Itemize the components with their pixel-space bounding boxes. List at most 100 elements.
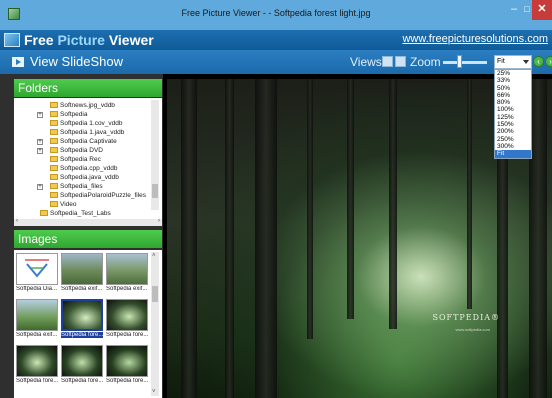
folder-item[interactable]: Softpedia.cpp_vddb bbox=[50, 165, 117, 173]
folder-item[interactable]: Softnews.jpg_vddb bbox=[50, 102, 115, 110]
thumbnail-label: Softpedia fore... bbox=[61, 378, 103, 384]
folder-tree-hscrollbar[interactable]: ‹ › bbox=[14, 218, 162, 226]
image-thumbnail[interactable]: Softpedia fore... bbox=[106, 299, 148, 338]
folder-label: Softpedia Captivate bbox=[60, 138, 117, 145]
folder-tree-scrollbar[interactable] bbox=[151, 100, 159, 210]
view-slideshow-button[interactable]: View SlideShow bbox=[30, 54, 123, 69]
zoom-option[interactable]: 25% bbox=[495, 70, 531, 77]
folder-label: Softpedia 1.java_vddb bbox=[60, 129, 125, 136]
zoom-option[interactable]: 300% bbox=[495, 143, 531, 150]
thumbnail-label: Softpedia exif... bbox=[16, 332, 58, 338]
folder-label: Softnews.jpg_vddb bbox=[60, 102, 115, 109]
views-label: Views bbox=[350, 55, 382, 69]
softpedia-watermark: SOFTPEDIA® bbox=[432, 313, 500, 322]
scroll-thumb[interactable] bbox=[152, 286, 158, 302]
expand-icon[interactable]: + bbox=[37, 139, 43, 145]
folder-tree: Softnews.jpg_vddb + Softpedia Softpedia 1.c… bbox=[14, 98, 162, 226]
zoom-option[interactable]: 150% bbox=[495, 121, 531, 128]
grid-view-icon[interactable] bbox=[382, 56, 393, 67]
folder-item[interactable]: Video bbox=[50, 201, 77, 209]
previous-image-button[interactable]: ‹ bbox=[533, 56, 544, 67]
expand-icon[interactable]: + bbox=[37, 184, 43, 190]
folder-label: Video bbox=[60, 201, 77, 208]
folder-icon bbox=[50, 183, 58, 190]
toolbar: View SlideShow Views Zoom Fit ‹ › bbox=[0, 50, 552, 74]
image-thumbnail[interactable]: Softpedia Dia... bbox=[16, 253, 58, 292]
folder-icon bbox=[50, 201, 58, 208]
scroll-right-icon[interactable]: › bbox=[158, 218, 160, 224]
zoom-dropdown-list: 25% 33% 50% 66% 80% 100% 125% 150% 200% 250% 300% F… bbox=[494, 69, 532, 159]
website-link[interactable]: www.freepicturesolutions.com bbox=[402, 33, 548, 45]
tree-trunk bbox=[347, 79, 354, 319]
zoom-option[interactable]: 125% bbox=[495, 114, 531, 121]
expand-icon[interactable]: + bbox=[37, 148, 43, 154]
folder-item[interactable]: Softpedia 1.java_vddb bbox=[50, 129, 124, 137]
thumbnail-image bbox=[61, 299, 103, 331]
image-thumbnail[interactable]: Softpedia fore... bbox=[61, 345, 103, 384]
title-bar: Free Picture Viewer - - Softpedia forest… bbox=[0, 0, 552, 30]
thumbnail-image bbox=[16, 253, 58, 285]
logo-icon bbox=[4, 33, 20, 47]
thumbnail-image bbox=[16, 299, 58, 331]
folder-item[interactable]: + Softpedia Captivate bbox=[37, 138, 117, 146]
image-thumbnail[interactable]: Softpedia exif... bbox=[61, 253, 103, 292]
folder-icon bbox=[50, 129, 58, 136]
folder-item[interactable]: + Softpedia_files bbox=[37, 183, 103, 191]
app-logo: Free Picture Viewer bbox=[24, 32, 154, 48]
zoom-option[interactable]: 250% bbox=[495, 136, 531, 143]
zoom-option[interactable]: 200% bbox=[495, 128, 531, 135]
zoom-slider-track[interactable] bbox=[443, 61, 487, 64]
image-thumbnail[interactable]: Softpedia fore... bbox=[61, 299, 103, 338]
list-view-icon[interactable] bbox=[395, 56, 406, 67]
scroll-up-icon[interactable]: ˄ bbox=[152, 253, 156, 259]
diagram-thumb-icon bbox=[25, 259, 49, 278]
image-thumbnail[interactable]: Softpedia exif... bbox=[106, 253, 148, 292]
zoom-option[interactable]: 100% bbox=[495, 106, 531, 113]
folder-label: Softpedia Rec bbox=[60, 156, 101, 163]
thumbnail-label: Softpedia exif... bbox=[106, 286, 148, 292]
thumbnail-image bbox=[61, 345, 103, 377]
zoom-slider-handle[interactable] bbox=[457, 55, 462, 68]
folder-label: Softpedia_Test_Labs bbox=[50, 210, 111, 217]
images-header: Images bbox=[14, 230, 162, 248]
close-button[interactable]: ✕ bbox=[532, 0, 552, 20]
scroll-thumb[interactable] bbox=[152, 184, 158, 198]
folder-item[interactable]: SoftpediaPolaroidPuzzle_files bbox=[50, 192, 146, 200]
tree-trunk bbox=[389, 79, 397, 329]
next-image-button[interactable]: › bbox=[545, 56, 552, 67]
folder-label: Softpedia.java_vddb bbox=[60, 174, 119, 181]
folder-label: Softpedia bbox=[60, 111, 88, 118]
folder-label: Softpedia 1.cov_vddb bbox=[60, 120, 123, 127]
zoom-option[interactable]: Fit bbox=[495, 150, 531, 158]
tree-trunk bbox=[467, 79, 472, 309]
image-thumbnail[interactable]: Softpedia exif... bbox=[16, 299, 58, 338]
folder-label: Softpedia.cpp_vddb bbox=[60, 165, 118, 172]
folder-icon bbox=[50, 138, 58, 145]
folder-label: Softpedia_files bbox=[60, 183, 103, 190]
zoom-option[interactable]: 50% bbox=[495, 85, 531, 92]
image-thumbnail[interactable]: Softpedia fore... bbox=[16, 345, 58, 384]
slideshow-icon[interactable] bbox=[12, 57, 24, 67]
minimize-button[interactable]: – bbox=[504, 0, 524, 20]
folder-item[interactable]: Softpedia.java_vddb bbox=[50, 174, 119, 182]
folder-item[interactable]: Softpedia Rec bbox=[50, 156, 101, 164]
folder-item[interactable]: + Softpedia DVD bbox=[37, 147, 103, 155]
zoom-select[interactable]: Fit bbox=[494, 55, 532, 69]
scroll-left-icon[interactable]: ‹ bbox=[16, 218, 18, 224]
thumbnail-image bbox=[106, 299, 148, 331]
image-grid-scrollbar[interactable]: ˄ ˅ bbox=[151, 252, 159, 396]
maximize-button[interactable]: □ bbox=[522, 0, 532, 20]
folder-item[interactable]: Softpedia 1.cov_vddb bbox=[50, 120, 123, 128]
image-thumbnail-grid: Softpedia Dia... Softpedia exif... Softped… bbox=[14, 250, 162, 398]
zoom-option[interactable]: 80% bbox=[495, 99, 531, 106]
scroll-down-icon[interactable]: ˅ bbox=[152, 389, 156, 395]
thumbnail-image bbox=[61, 253, 103, 285]
zoom-option[interactable]: 66% bbox=[495, 92, 531, 99]
folder-item[interactable]: Softpedia_Test_Labs bbox=[40, 210, 111, 218]
watermark-url: www.softpedia.com bbox=[455, 327, 490, 332]
folder-item[interactable]: + Softpedia bbox=[37, 111, 88, 119]
zoom-option[interactable]: 33% bbox=[495, 77, 531, 84]
folder-label: SoftpediaPolaroidPuzzle_files bbox=[60, 192, 146, 199]
expand-icon[interactable]: + bbox=[37, 112, 43, 118]
image-thumbnail[interactable]: Softpedia fore... bbox=[106, 345, 148, 384]
